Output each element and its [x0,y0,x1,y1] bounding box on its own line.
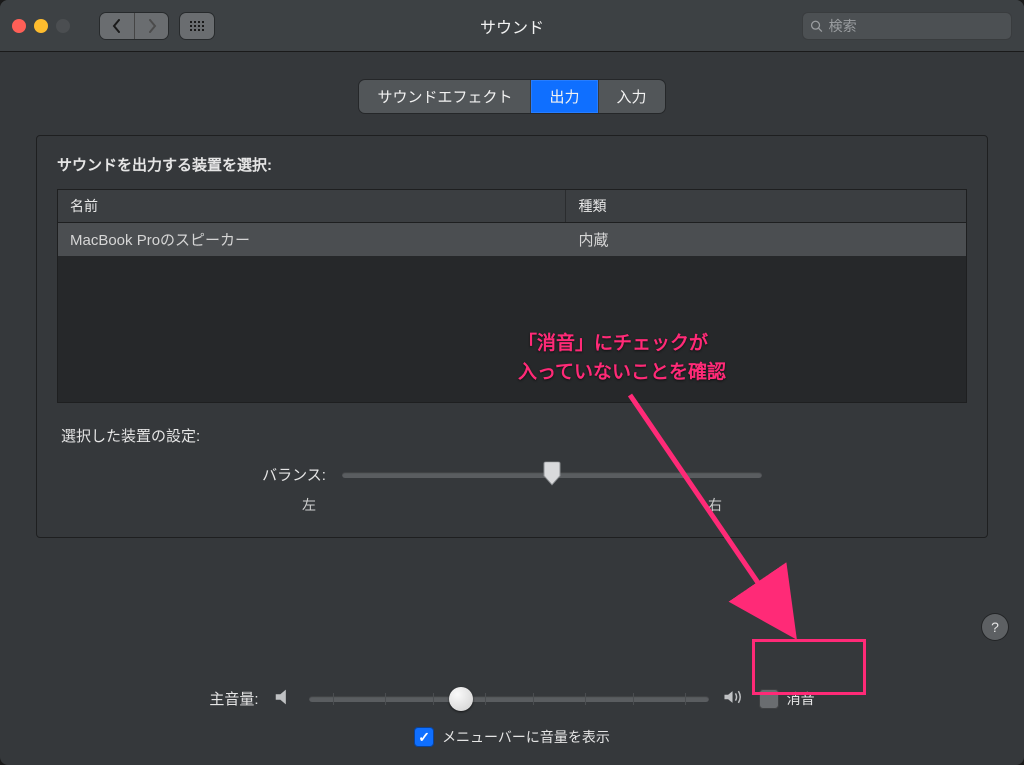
output-panel: サウンドを出力する装置を選択: 名前 種類 MacBook Proのスピーカー … [36,135,988,538]
select-device-label: サウンドを出力する装置を選択: [57,154,967,175]
menubar-label: メニューバーに音量を表示 [442,727,610,747]
window-title: サウンド [480,14,544,38]
balance-lr-labels: 左 右 [302,495,722,515]
balance-right-label: 右 [708,495,722,515]
close-button[interactable] [12,19,26,33]
balance-row: バランス: [57,464,967,485]
forward-button[interactable] [134,13,168,39]
maximize-button[interactable] [56,19,70,33]
balance-slider-thumb[interactable] [542,461,562,485]
traffic-lights [12,19,70,33]
sound-preferences-window: サウンド サウンドエフェクト 出力 入力 サウンドを出力する装置を選択: 名前 … [0,0,1024,765]
column-name[interactable]: 名前 [58,190,566,222]
speaker-low-icon [273,686,295,711]
titlebar: サウンド [0,0,1024,52]
mute-checkbox[interactable] [759,689,779,709]
volume-slider-thumb[interactable] [449,687,473,711]
tab-output[interactable]: 出力 [531,80,598,113]
help-button[interactable]: ? [982,614,1008,640]
grid-icon [190,21,204,31]
menubar-checkbox[interactable] [414,727,434,747]
mute-group: 消音 [759,689,815,709]
main-volume-label: 主音量: [209,688,258,709]
balance-label: バランス: [262,464,326,485]
minimize-button[interactable] [34,19,48,33]
device-type: 内蔵 [566,223,966,256]
speaker-high-icon [723,686,745,711]
annotation-text: 「消音」にチェックが 入っていないことを確認 [518,330,726,387]
search-input[interactable] [829,18,1004,34]
device-table: 名前 種類 MacBook Proのスピーカー 内蔵 [57,189,967,403]
balance-slider[interactable] [342,472,762,478]
search-icon [810,19,823,33]
nav-buttons [100,13,168,39]
chevron-right-icon [147,19,157,33]
back-button[interactable] [100,13,134,39]
mute-label: 消音 [787,689,815,709]
search-box[interactable] [802,12,1012,40]
footer-area: 主音量: [0,686,1024,747]
balance-left-label: 左 [302,495,316,515]
tab-input[interactable]: 入力 [599,80,665,113]
device-settings-label: 選択した装置の設定: [61,425,967,446]
column-type[interactable]: 種類 [566,190,966,222]
device-name: MacBook Proのスピーカー [58,223,566,256]
tab-segmented-control: サウンドエフェクト 出力 入力 [359,80,664,113]
table-row[interactable]: MacBook Proのスピーカー 内蔵 [58,223,966,256]
show-all-button[interactable] [180,13,214,39]
main-volume-row: 主音量: [36,686,988,711]
tab-sound-effects[interactable]: サウンドエフェクト [359,80,531,113]
show-in-menubar-row: メニューバーに音量を表示 [36,727,988,747]
help-button-wrap: ? [982,614,1008,640]
content-area: サウンドエフェクト 出力 入力 サウンドを出力する装置を選択: 名前 種類 Ma… [0,52,1024,538]
table-header: 名前 種類 [58,190,966,223]
chevron-left-icon [112,19,122,33]
main-volume-slider[interactable] [309,696,709,702]
